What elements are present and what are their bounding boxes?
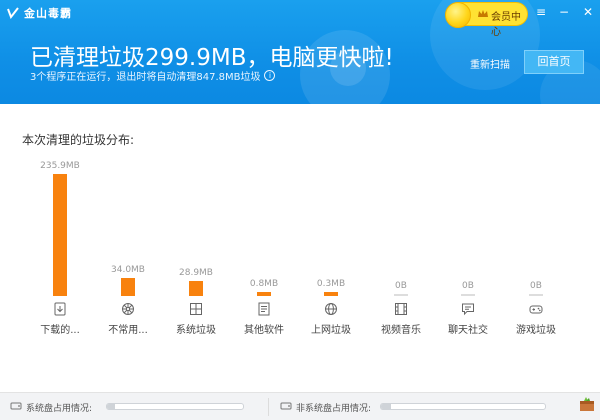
windows-icon [190,303,202,315]
bar [53,174,67,296]
disk-icon [280,402,292,410]
gear-wheel-icon [122,303,134,315]
bar-value-label: 34.0MB [111,265,145,276]
toolbox-icon[interactable] [578,395,596,413]
bar [257,292,271,296]
app-logo: 金山毒霸 [6,5,72,21]
system-disk-usage-fill [107,404,116,409]
logo-icon [7,7,19,20]
film-icon [395,303,407,315]
vip-center-button[interactable]: 会员中心 [445,2,528,38]
other-disk-usage-bar [380,403,546,410]
globe-icon [325,303,337,315]
crown-icon [478,10,488,17]
bar-value-label: 235.9MB [40,161,80,171]
header-banner: 金山毒霸 会员中心 ≡ − ✕ 已清理垃圾299.9MB，电脑更快啦! 3个程序… [0,0,600,104]
rescan-link[interactable]: 重新扫描 [470,56,510,71]
download-icon [54,302,66,316]
bar [461,294,475,296]
other-disk-usage-fill [381,404,391,409]
category-label[interactable]: 其他软件 [234,321,294,336]
menu-icon[interactable]: ≡ [533,4,549,20]
category-label[interactable]: 视频音乐 [371,321,431,336]
footer-divider [268,398,269,416]
info-icon[interactable]: i [264,70,276,81]
bar [324,292,338,296]
bar-value-label: 0B [462,281,474,291]
bar-value-label: 0.3MB [316,279,346,289]
bar [529,294,543,296]
category-label[interactable]: 下载的... [30,321,90,336]
disk-usage-footer: 系统盘占用情况: 非系统盘占用情况: [0,392,600,420]
category-label[interactable]: 系统垃圾 [166,321,226,336]
category-label[interactable]: 聊天社交 [438,321,498,336]
bar-value-label: 28.9MB [179,268,213,279]
category-label[interactable]: 上网垃圾 [301,321,361,336]
running-programs-note: 3个程序正在运行，退出时将自动清理847.8MB垃圾 i [30,68,276,83]
disk-icon [10,402,22,410]
garbage-distribution-chart: 235.9MB 下载的... 34.0MB 不常用... 28.9MB 系统垃圾 0.8MB… [0,150,600,345]
chat-icon [462,303,474,316]
minimize-icon[interactable]: − [556,4,572,20]
category-label[interactable]: 游戏垃圾 [506,321,566,336]
coin-icon [445,2,471,28]
running-programs-text: 3个程序正在运行，退出时将自动清理847.8MB垃圾 [30,72,261,83]
close-icon[interactable]: ✕ [580,4,596,20]
bar [394,294,408,296]
bar-value-label: 0B [395,281,407,291]
vip-label: 会员中心 [491,12,521,38]
home-button[interactable]: 回首页 [524,50,584,74]
cleanup-result-title: 已清理垃圾299.9MB，电脑更快啦! [30,45,394,71]
system-disk-usage-bar [106,403,244,410]
section-title: 本次清理的垃圾分布: [22,133,135,147]
category-label[interactable]: 不常用... [98,321,158,336]
bar [121,278,135,296]
gamepad-icon [529,305,543,314]
other-disk-label: 非系统盘占用情况: [296,404,372,414]
app-name: 金山毒霸 [24,7,72,20]
system-disk-label: 系统盘占用情况: [26,404,93,414]
bar [189,281,203,296]
bar-value-label: 0B [530,281,542,291]
bar-value-label: 0.8MB [249,279,279,289]
software-icon [258,302,270,316]
